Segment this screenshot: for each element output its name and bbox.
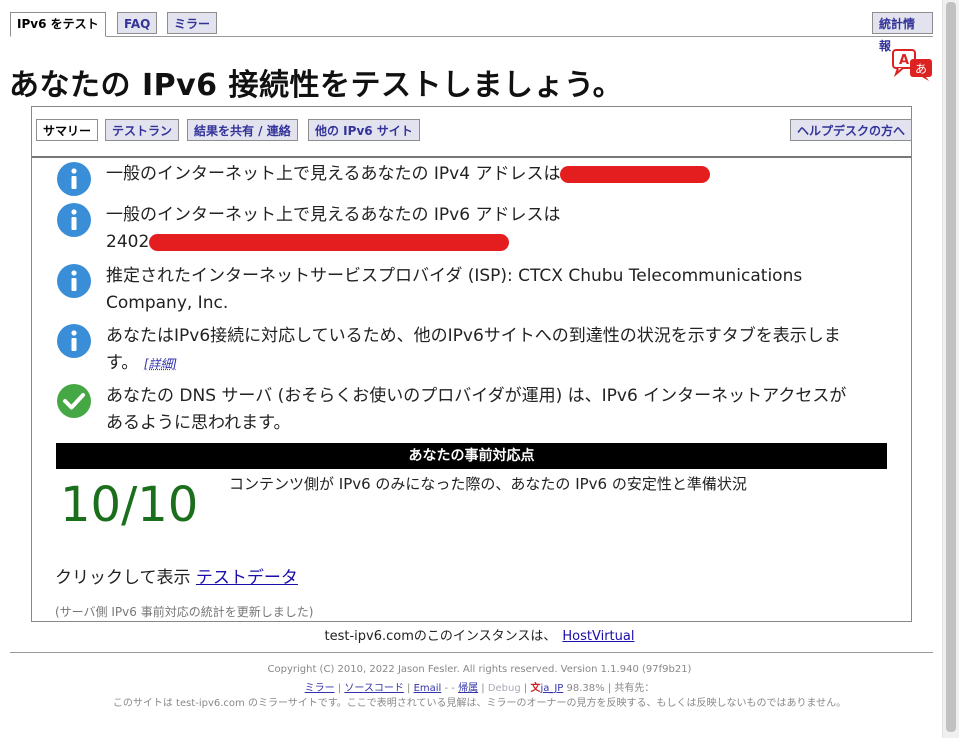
details-link[interactable]: [詳細] [144,357,177,371]
isp-row: 推定されたインターネットサービスプロバイダ (ISP): CTCX Chubu … [56,263,816,317]
footer-sep: - [441,683,452,694]
click-prefix: クリックして表示 [55,568,191,588]
copyright: Copyright (C) 2010, 2022 Jason Fesler. A… [267,664,692,675]
svg-text:A: A [899,53,909,68]
isp-text: 推定されたインターネットサービスプロバイダ (ISP): CTCX Chubu … [106,266,803,313]
top-tab-bar: IPv6 をテスト FAQ ミラー 統計情報 [10,12,933,53]
tab-helpdesk[interactable]: ヘルプデスクの方へ [790,119,913,141]
tab-faq[interactable]: FAQ [117,12,158,34]
footer-links: ミラー | ソースコード | Email - - 帰属 | Debug | 文j… [304,683,655,694]
ipv6-label: 一般のインターネット上で見えるあなたの IPv6 アドレスは [106,205,561,225]
info-icon [57,264,91,298]
ipv6-prefix: 2402 [106,232,150,252]
tab-test-runs[interactable]: テストラン [105,119,180,141]
info-icon [57,324,91,358]
dns-row: あなたの DNS サーバ (おそらくお使いのプロバイダが運用) は、IPv6 イ… [56,383,856,437]
tab-divider [32,156,911,158]
tab-other-ipv6-sites[interactable]: 他の IPv6 サイト [308,119,420,141]
locale-link[interactable]: ja_JP [540,683,563,694]
footer-divider [10,652,933,653]
instance-line: test-ipv6.comのこのインスタンスは、 HostVirtual [0,625,959,644]
mirror-link[interactable]: ミラー [305,683,335,694]
ipv4-row: 一般のインターネット上で見えるあなたの IPv4 アドレスは [56,161,711,197]
readiness-header: あなたの事前対応点 [56,443,887,469]
ipv4-label: 一般のインターネット上で見えるあなたの IPv4 アドレスは [106,164,561,184]
ipv6-row: 一般のインターネット上で見えるあなたの IPv6 アドレスは 2402 [56,202,560,256]
ipv4-redacted [560,165,711,183]
info-icon [57,203,91,237]
tab-summary[interactable]: サマリー [36,119,99,141]
mirror-notice: このサイトは test-ipv6.com のミラーサイトです。ここで表明されてい… [112,698,847,709]
tab-mirror[interactable]: ミラー [167,12,218,34]
attribution-link[interactable]: 帰属 [458,683,478,694]
tab-test-ipv6[interactable]: IPv6 をテスト [10,12,106,37]
test-data-link[interactable]: テストデータ [196,568,298,588]
server-note: (サーバ側 IPv6 事前対応の統計を更新しました) [55,605,314,619]
locale-percent: 98.38% [566,683,605,694]
ipv6-redacted [149,233,510,251]
tab-stats[interactable]: 統計情報 [872,12,933,53]
source-link[interactable]: ソースコード [344,683,404,694]
tabs-info-text: あなたはIPv6接続に対応しているため、他のIPv6サイトへの到達性の状況を示す… [106,326,841,373]
debug-link[interactable]: Debug [488,683,521,694]
sub-tab-bar: サマリー テストラン 結果を共有 / 連絡 他の IPv6 サイト ヘルプデスク… [36,119,913,143]
tabs-info-row: あなたはIPv6接続に対応しているため、他のIPv6サイトへの到達性の状況を示す… [56,323,856,378]
checkmark-icon [57,384,91,418]
scrollbar-thumb[interactable] [946,2,956,732]
hostvirtual-link[interactable]: HostVirtual [562,629,634,644]
readiness-score: 10/10 [60,477,199,533]
svg-text:あ: あ [915,62,927,76]
instance-text: test-ipv6.comのこのインスタンスは、 [324,629,557,644]
results-panel: サマリー テストラン 結果を共有 / 連絡 他の IPv6 サイト ヘルプデスク… [31,106,913,622]
share-label: 共有先： [614,683,655,694]
test-data-line: クリックして表示 テストデータ [55,563,298,588]
dns-text: あなたの DNS サーバ (おそらくお使いのプロバイダが運用) は、IPv6 イ… [106,386,847,433]
email-link[interactable]: Email [414,683,442,694]
locale-icon: 文 [530,683,541,694]
translate-icon[interactable]: A あ [892,48,934,82]
page-title: あなたの IPv6 接続性をテストしましょう。 [9,68,624,103]
info-icon [57,162,91,196]
readiness-description: コンテンツ側が IPv6 のみになった際の、あなたの IPv6 の安定性と準備状… [229,475,747,493]
tab-share-results[interactable]: 結果を共有 / 連絡 [187,119,298,141]
